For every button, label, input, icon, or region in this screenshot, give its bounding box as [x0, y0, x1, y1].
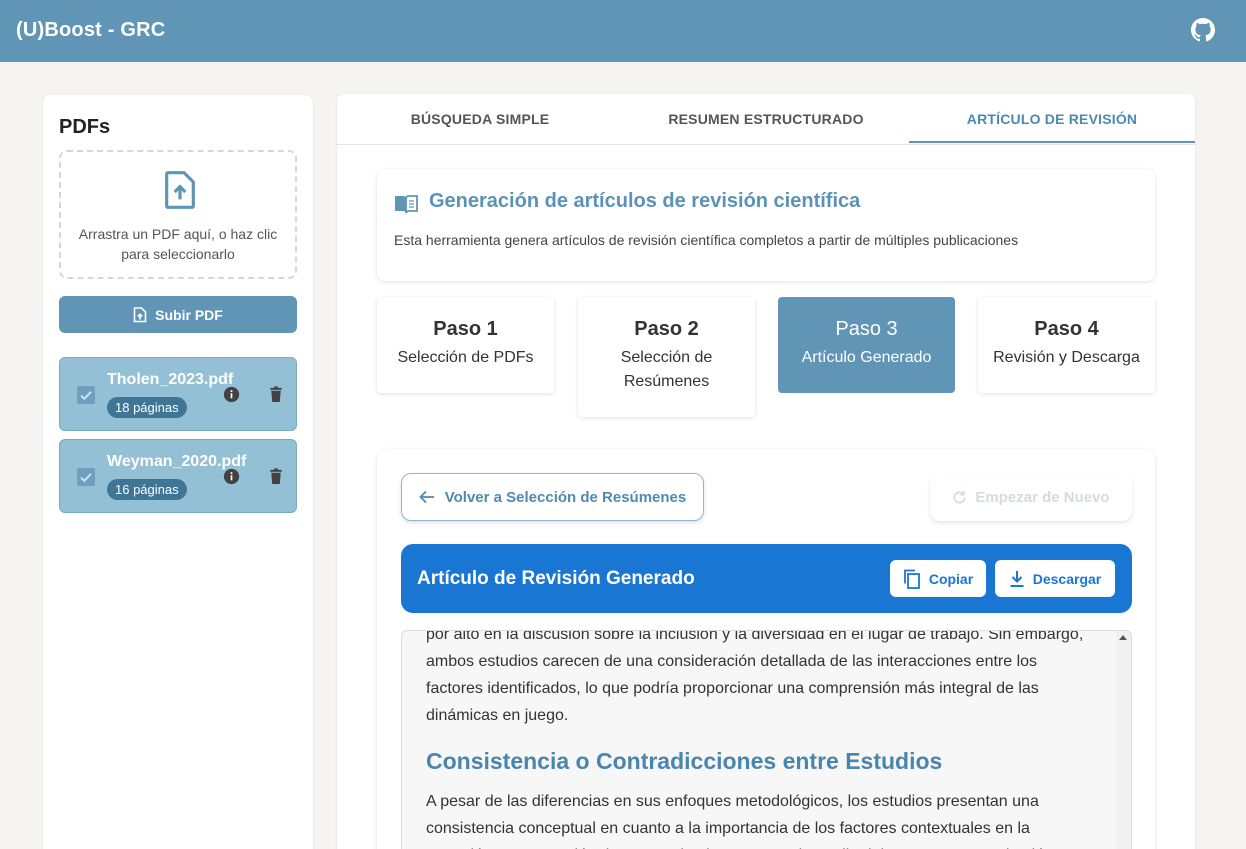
step-label: Selección de Resúmenes — [620, 349, 713, 390]
copy-icon — [903, 569, 920, 589]
app-title: (U)Boost - GRC — [16, 19, 166, 41]
page-count-badge: 16 páginas — [107, 479, 187, 500]
download-button[interactable]: Descargar — [995, 560, 1115, 597]
delete-icon[interactable] — [269, 386, 283, 403]
pdf-list-item[interactable]: Tholen_2023.pdf 18 páginas — [59, 357, 297, 431]
step-3[interactable]: Paso 3 Artículo Generado — [778, 297, 955, 393]
upload-icon — [133, 306, 147, 322]
page-count-badge: 18 páginas — [107, 397, 187, 418]
step-number: Paso 3 — [835, 318, 898, 340]
upload-label: Subir PDF — [155, 306, 223, 323]
tab-bar: BÚSQUEDA SIMPLE RESUMEN ESTRUCTURADO ART… — [337, 94, 1195, 145]
copy-button[interactable]: Copiar — [890, 560, 986, 597]
pdf-file-name: Tholen_2023.pdf — [107, 371, 234, 388]
checkbox[interactable] — [77, 386, 95, 404]
check-icon — [80, 391, 92, 401]
app-bar: (U)Boost - GRC — [0, 0, 1246, 62]
article-paragraph: A pesar de las diferencias en sus enfoqu… — [426, 793, 1053, 849]
delete-icon[interactable] — [269, 468, 283, 485]
check-icon — [80, 473, 92, 483]
step-label: Selección de PDFs — [397, 349, 534, 366]
info-icon[interactable] — [223, 468, 240, 485]
scroll-up-arrow-icon[interactable] — [1119, 635, 1127, 640]
step-1[interactable]: Paso 1 Selección de PDFs — [377, 297, 554, 393]
refresh-icon — [953, 490, 966, 503]
step-number: Paso 2 — [634, 318, 699, 340]
article-header: Artículo de Revisión Generado Copiar Des… — [401, 544, 1132, 613]
step-number: Paso 1 — [433, 318, 498, 340]
back-label: Volver a Selección de Resúmenes — [444, 488, 687, 506]
article-paragraph: por alto en la discusión sobre la inclus… — [426, 630, 1084, 724]
pdf-sidebar: PDFs Arrastra un PDF aquí, o haz clic pa… — [43, 95, 313, 849]
back-to-summaries-button[interactable]: Volver a Selección de Resúmenes — [401, 473, 704, 521]
upload-pdf-button[interactable]: Subir PDF — [59, 296, 297, 333]
book-icon — [395, 195, 418, 214]
tab-articulo-de-revision[interactable]: ARTÍCULO DE REVISIÓN — [909, 94, 1195, 144]
article-header-title: Artículo de Revisión Generado — [417, 568, 695, 589]
scrollbar[interactable] — [1116, 631, 1131, 849]
step-4[interactable]: Paso 4 Revisión y Descarga — [978, 297, 1155, 393]
step-label: Artículo Generado — [801, 349, 932, 366]
dropzone-text: Arrastra un PDF aquí, o haz clic para se… — [78, 226, 278, 262]
intro-title: Generación de artículos de revisión cien… — [429, 190, 861, 212]
step-2[interactable]: Paso 2 Selección de Resúmenes — [578, 297, 755, 417]
github-icon[interactable] — [1191, 18, 1215, 42]
article-section-heading: Consistencia o Contradicciones entre Est… — [426, 748, 943, 774]
checkbox[interactable] — [77, 468, 95, 486]
pdf-dropzone[interactable]: Arrastra un PDF aquí, o haz clic para se… — [59, 150, 297, 279]
restart-label: Empezar de Nuevo — [975, 488, 1110, 506]
pdf-list-item[interactable]: Weyman_2020.pdf 16 páginas — [59, 439, 297, 513]
active-tab-indicator — [909, 141, 1195, 143]
article-panel: Volver a Selección de Resúmenes Empezar … — [377, 449, 1155, 849]
article-content[interactable]: por alto en la discusión sobre la inclus… — [401, 630, 1132, 849]
tab-busqueda-simple[interactable]: BÚSQUEDA SIMPLE — [337, 94, 623, 144]
download-label: Descargar — [1032, 570, 1102, 587]
intro-card: Generación de artículos de revisión cien… — [377, 169, 1155, 281]
tab-resumen-estructurado[interactable]: RESUMEN ESTRUCTURADO — [623, 94, 909, 144]
article-body: por alto en la discusión sobre la inclus… — [426, 630, 1091, 849]
download-icon — [1010, 570, 1024, 587]
step-label: Revisión y Descarga — [993, 349, 1140, 366]
intro-description: Esta herramienta genera artículos de rev… — [394, 232, 1019, 248]
copy-label: Copiar — [928, 570, 974, 587]
file-upload-icon — [165, 171, 195, 209]
step-number: Paso 4 — [1034, 318, 1099, 340]
main-content: BÚSQUEDA SIMPLE RESUMEN ESTRUCTURADO ART… — [337, 94, 1195, 849]
sidebar-heading: PDFs — [59, 116, 111, 138]
restart-button[interactable]: Empezar de Nuevo — [930, 473, 1132, 521]
arrow-left-icon — [418, 490, 434, 504]
info-icon[interactable] — [223, 386, 240, 403]
